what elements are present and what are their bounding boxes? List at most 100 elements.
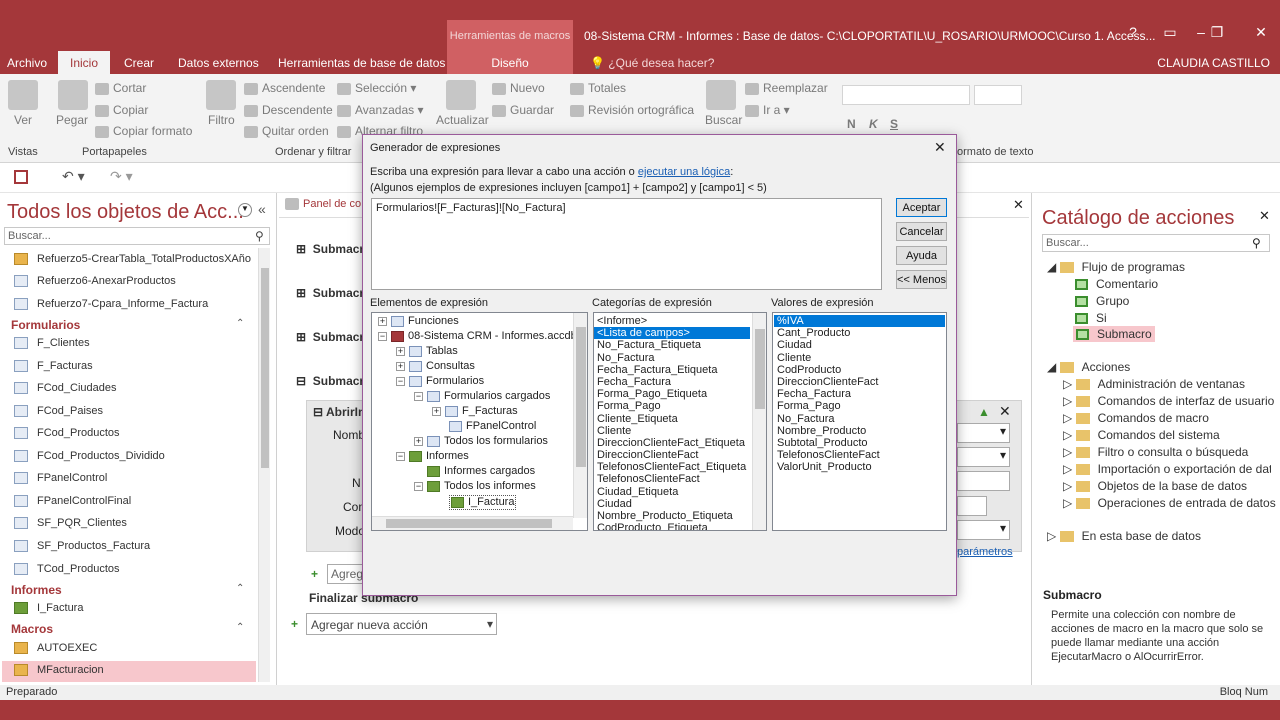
tree-hscrollbar[interactable] xyxy=(372,516,573,530)
ir-a-button[interactable]: Ir a ▾ xyxy=(745,103,790,117)
tree-node[interactable]: − 08-Sistema CRM - Informes.accdb xyxy=(378,330,577,345)
redo-icon[interactable]: ↷ ▾ xyxy=(110,168,133,185)
cancel-button[interactable]: Cancelar xyxy=(896,222,947,241)
tab-diseno[interactable]: Diseño xyxy=(447,51,573,74)
category-item[interactable]: Forma_Pago_Etiqueta xyxy=(594,388,750,400)
cortar-button[interactable]: Cortar xyxy=(95,81,146,95)
catalog-folder[interactable]: ▷ Comandos de interfaz de usuario xyxy=(1063,394,1274,408)
search-icon[interactable]: ⚲ xyxy=(1252,236,1261,250)
arg-input[interactable] xyxy=(957,496,987,516)
tree-node[interactable]: + Todos los formularios xyxy=(414,435,548,450)
tree-node[interactable]: + Funciones xyxy=(378,315,459,330)
value-item[interactable]: ValorUnit_Producto xyxy=(774,461,945,473)
catalog-item[interactable]: Comentario xyxy=(1075,277,1158,291)
catalog-item[interactable]: Si xyxy=(1075,311,1107,325)
catalog-folder[interactable]: ◢ Flujo de programas xyxy=(1047,260,1185,274)
user-name[interactable]: CLAUDIA CASTILLO xyxy=(1157,56,1270,70)
save-icon[interactable] xyxy=(14,170,28,184)
help-button[interactable]: ? xyxy=(1118,24,1148,40)
ribbon-display-button[interactable]: ▭ xyxy=(1155,24,1185,41)
update-params-link[interactable]: parámetros xyxy=(957,546,1013,558)
nav-section-formularios[interactable]: Formularios xyxy=(11,318,80,332)
font-name-combo[interactable] xyxy=(842,85,970,105)
value-item[interactable]: No_Factura xyxy=(774,413,945,425)
nav-section-macros[interactable]: Macros xyxy=(11,622,53,636)
undo-icon[interactable]: ↶ ▾ xyxy=(62,168,85,185)
nav-item[interactable]: MFacturacion xyxy=(14,661,254,681)
revision-button[interactable]: Revisión ortográfica xyxy=(570,103,694,117)
tree-node[interactable]: + Consultas xyxy=(396,360,475,375)
buscar-button[interactable]: Buscar xyxy=(705,113,742,127)
value-item[interactable]: DireccionClienteFact xyxy=(774,376,945,388)
catalog-folder[interactable]: ▷ Objetos de la base de datos xyxy=(1063,479,1247,493)
value-item[interactable]: Subtotal_Producto xyxy=(774,437,945,449)
arg-dropdown[interactable]: ▾ xyxy=(957,520,1010,540)
underline-button[interactable]: S xyxy=(890,117,898,131)
nav-item[interactable]: Refuerzo6-AnexarProductos xyxy=(14,272,254,292)
category-item[interactable]: DireccionClienteFact_Etiqueta xyxy=(594,437,750,449)
copiar-formato-button[interactable]: Copiar formato xyxy=(95,124,192,138)
submacro-block[interactable]: ⊟ Submacro xyxy=(296,374,371,388)
search-icon[interactable]: ⚲ xyxy=(255,229,264,243)
submacro-block[interactable]: ⊞ Submacro xyxy=(296,242,371,256)
tree-node[interactable]: + Tablas xyxy=(396,345,458,360)
filtro-button[interactable]: Filtro xyxy=(208,113,235,127)
nav-item[interactable]: SF_Productos_Factura xyxy=(14,537,254,557)
add-action-combo[interactable]: Agregar nueva acción ▾ xyxy=(306,613,497,635)
avanzadas-button[interactable]: Avanzadas ▾ xyxy=(337,103,424,117)
nav-item[interactable]: Refuerzo7-Cpara_Informe_Factura xyxy=(14,295,254,315)
tree-node-selected[interactable]: I_Factura xyxy=(449,495,517,510)
tree-node[interactable]: − Formularios xyxy=(396,375,484,390)
totales-button[interactable]: Totales xyxy=(570,81,626,95)
tree-node[interactable]: Informes cargados xyxy=(427,465,535,480)
nuevo-button[interactable]: Nuevo xyxy=(492,81,545,95)
expression-input[interactable]: Formularios![F_Facturas]![No_Factura] xyxy=(371,198,882,290)
catalog-folder[interactable]: ◢ Acciones xyxy=(1047,360,1130,374)
tab-archivo[interactable]: Archivo xyxy=(7,56,47,70)
category-item[interactable]: CodProducto_Etiqueta xyxy=(594,522,750,530)
guardar-button[interactable]: Guardar xyxy=(492,103,554,117)
nav-item[interactable]: FPanelControl xyxy=(14,469,254,489)
submacro-block[interactable]: ⊞ Submacro xyxy=(296,286,371,300)
arg-dropdown[interactable]: ▾ xyxy=(957,423,1010,443)
category-item[interactable]: Ciudad_Etiqueta xyxy=(594,486,750,498)
close-document-icon[interactable]: ✕ xyxy=(1013,197,1024,213)
nav-item[interactable]: FCod_Productos_Dividido xyxy=(14,447,254,467)
pegar-button[interactable]: Pegar xyxy=(56,113,88,127)
action-name[interactable]: ⊟ AbrirIn xyxy=(313,405,365,419)
delete-icon[interactable]: ✕ xyxy=(999,403,1011,420)
value-item[interactable]: %IVA xyxy=(774,315,945,328)
category-item[interactable]: TelefonosClienteFact xyxy=(594,473,750,485)
nav-item[interactable]: Refuerzo5-CrearTabla_TotalProductosXAño xyxy=(14,250,254,270)
value-item[interactable]: Nombre_Producto xyxy=(774,425,945,437)
nav-section-informes[interactable]: Informes xyxy=(11,583,62,597)
catalog-folder[interactable]: ▷ Filtro o consulta o búsqueda xyxy=(1063,445,1248,459)
tree-node[interactable]: + F_Facturas xyxy=(432,405,518,420)
font-size-combo[interactable] xyxy=(974,85,1022,105)
category-item[interactable]: Cliente xyxy=(594,425,750,437)
arg-dropdown[interactable]: ▾ xyxy=(957,447,1010,467)
collapse-section-icon[interactable]: ⌃ xyxy=(236,622,244,633)
category-item[interactable]: No_Factura_Etiqueta xyxy=(594,339,750,351)
nav-item[interactable]: AUTOEXEC xyxy=(14,639,254,659)
ascendente-button[interactable]: Ascendente xyxy=(244,81,325,95)
catalog-item[interactable]: Grupo xyxy=(1075,294,1129,308)
nav-title[interactable]: Todos los objetos de Acc... xyxy=(7,201,244,224)
seleccion-button[interactable]: Selección ▾ xyxy=(337,81,416,95)
value-item[interactable]: Cant_Producto xyxy=(774,327,945,339)
category-item[interactable]: Fecha_Factura xyxy=(594,376,750,388)
category-item[interactable]: Cliente_Etiqueta xyxy=(594,413,750,425)
tab-inicio[interactable]: Inicio xyxy=(58,51,110,75)
elements-tree[interactable]: + Funciones − 08-Sistema CRM - Informes.ac… xyxy=(371,312,588,531)
nav-search-input[interactable]: Buscar... xyxy=(4,227,270,245)
value-item[interactable]: CodProducto xyxy=(774,364,945,376)
catalog-folder[interactable]: ▷ Comandos del sistema xyxy=(1063,428,1220,442)
move-up-icon[interactable]: ▲ xyxy=(978,405,990,419)
actualizar-button[interactable]: Actualizar xyxy=(436,113,489,127)
values-list[interactable]: %IVA Cant_Producto Ciudad Cliente CodProduct… xyxy=(772,312,947,531)
tree-node[interactable]: − Formularios cargados xyxy=(414,390,550,405)
catalog-folder[interactable]: ▷ Operaciones de entrada de datos xyxy=(1063,496,1276,510)
nav-item[interactable]: TCod_Productos xyxy=(14,560,254,580)
tree-node[interactable]: − Todos los informes xyxy=(414,480,536,495)
descendente-button[interactable]: Descendente xyxy=(244,103,333,117)
